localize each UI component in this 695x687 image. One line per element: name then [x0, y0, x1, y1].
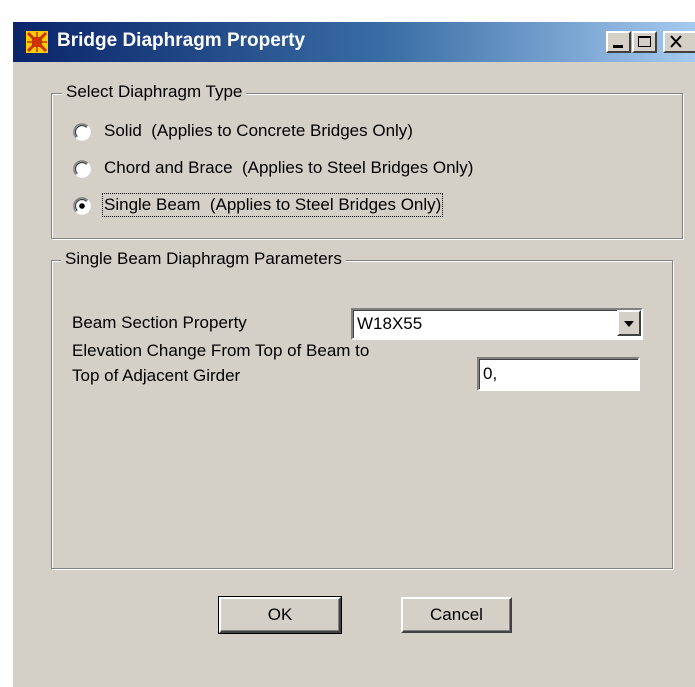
close-button[interactable] [663, 31, 695, 53]
dropdown-arrow-button[interactable] [617, 310, 641, 336]
ok-button[interactable]: OK [218, 596, 342, 634]
radio-unchecked-icon[interactable] [73, 160, 91, 178]
window-title: Bridge Diaphragm Property [57, 30, 306, 51]
cancel-button[interactable]: Cancel [401, 597, 512, 633]
elevation-change-label-line1: Elevation Change From Top of Beam to [72, 341, 370, 360]
dialog-window: Bridge Diaphragm Property Select Diaphra… [11, 20, 695, 687]
beam-section-property-value: W18X55 [357, 314, 423, 333]
beam-section-property-label: Beam Section Property [72, 313, 247, 332]
radio-unchecked-icon[interactable] [73, 123, 91, 141]
radio-single-beam-label: Single Beam (Applies to Steel Bridges On… [101, 193, 444, 217]
radio-solid-label: Solid (Applies to Concrete Bridges Only) [104, 121, 413, 140]
app-logo-icon [26, 31, 48, 53]
title-bar[interactable]: Bridge Diaphragm Property [13, 22, 695, 62]
single-beam-parameters-legend: Single Beam Diaphragm Parameters [61, 249, 346, 269]
minimize-icon [613, 45, 623, 48]
single-beam-parameters-group: Single Beam Diaphragm Parameters Beam Se… [51, 249, 673, 569]
chevron-down-icon [624, 321, 634, 327]
radio-chord-and-brace-label: Chord and Brace (Applies to Steel Bridge… [104, 158, 474, 177]
elevation-change-input[interactable] [477, 357, 640, 391]
maximize-button[interactable] [632, 31, 657, 53]
diaphragm-type-legend: Select Diaphragm Type [62, 82, 247, 102]
minimize-button[interactable] [606, 31, 631, 53]
radio-checked-icon[interactable] [73, 197, 91, 215]
beam-section-property-dropdown[interactable]: W18X55 [351, 308, 643, 340]
diaphragm-type-group: Select Diaphragm Type Solid (Applies to … [51, 82, 683, 239]
close-icon [670, 35, 682, 48]
elevation-change-label-line2: Top of Adjacent Girder [72, 366, 241, 385]
maximize-icon [638, 36, 651, 47]
